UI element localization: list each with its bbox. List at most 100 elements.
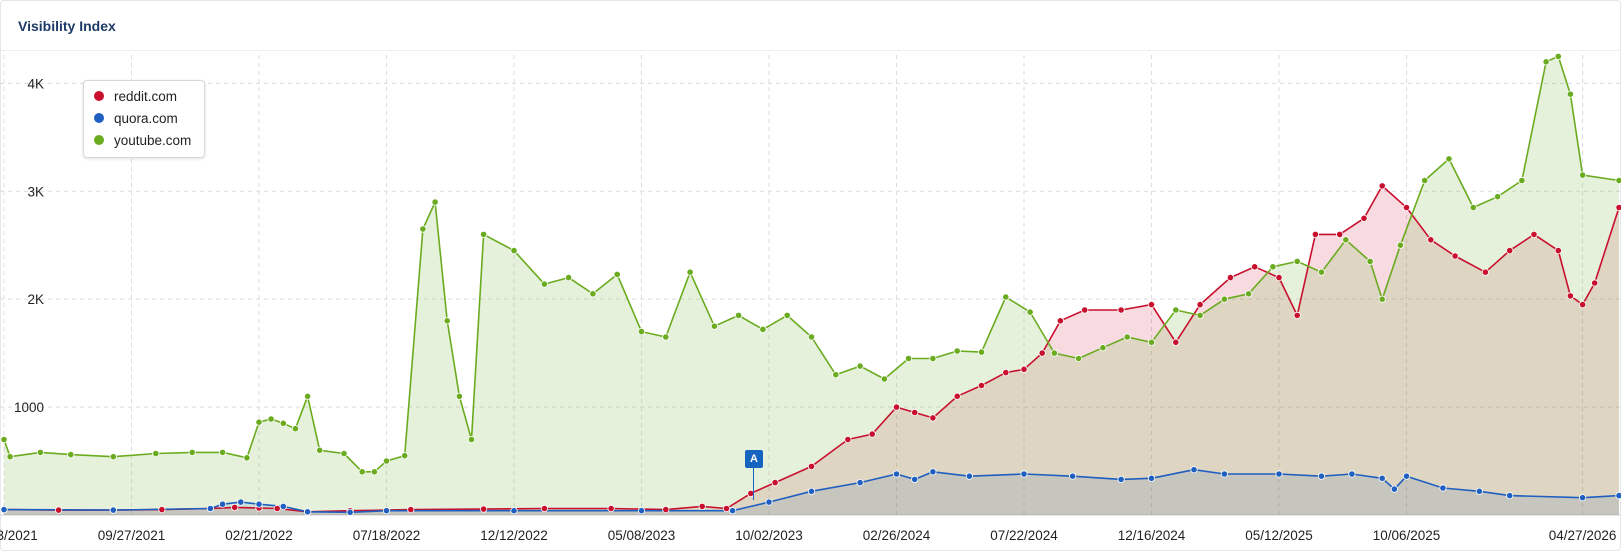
x-tick-label: 07/22/2024 (990, 528, 1058, 543)
data-point-2 (419, 225, 427, 233)
event-marker[interactable]: A (745, 450, 763, 468)
visibility-chart: 1000 2K 3K 4K 05/03/2021 09/27/2021 02/21/2022… (0, 52, 1621, 543)
data-point-2 (1099, 344, 1107, 352)
data-point-2 (303, 392, 312, 400)
data-point-2 (455, 392, 463, 400)
data-point-1 (382, 507, 391, 515)
data-point-2 (759, 325, 767, 333)
event-marker-stem (753, 468, 754, 500)
data-point-0 (1402, 203, 1411, 212)
data-point-0 (1615, 203, 1621, 212)
data-point-1 (1402, 472, 1411, 480)
data-point-2 (807, 333, 816, 341)
data-point-1 (1317, 472, 1326, 480)
data-point-2 (832, 371, 840, 379)
data-point-0 (1566, 292, 1575, 300)
data-point-2 (1075, 354, 1083, 363)
data-point-1 (1069, 472, 1077, 480)
data-point-0 (1002, 368, 1010, 377)
legend-item-quora[interactable]: quora.com (94, 108, 178, 128)
data-point-0 (1360, 214, 1368, 222)
data-point-2 (1494, 193, 1502, 201)
data-point-0 (273, 504, 281, 513)
data-point-2 (856, 362, 864, 370)
data-point-2 (188, 448, 196, 456)
data-point-2 (1554, 52, 1562, 61)
data-point-0 (1196, 300, 1204, 309)
data-point-2 (977, 348, 986, 356)
data-point-1 (637, 507, 646, 515)
data-point-0 (929, 414, 937, 422)
data-point-0 (1579, 300, 1587, 309)
data-point-2 (479, 230, 488, 238)
data-point-0 (54, 506, 63, 514)
legend-swatch-quora (94, 113, 104, 123)
data-point-1 (1506, 491, 1514, 500)
data-point-2 (291, 425, 299, 433)
data-point-1 (856, 478, 864, 487)
data-point-0 (1293, 311, 1301, 319)
data-point-2 (370, 468, 378, 476)
data-point-2 (929, 354, 937, 363)
data-point-2 (564, 273, 573, 282)
data-point-2 (267, 415, 275, 423)
data-point-0 (698, 502, 706, 510)
data-point-2 (1445, 155, 1453, 163)
data-point-2 (358, 468, 366, 476)
data-point-1 (1117, 475, 1125, 483)
data-point-2 (0, 435, 8, 444)
data-point-2 (1342, 236, 1350, 244)
data-point-0 (158, 505, 166, 514)
legend-item-youtube[interactable]: youtube.com (94, 130, 191, 150)
data-point-0 (892, 403, 901, 411)
data-point-2 (279, 419, 287, 427)
legend-label-reddit: reddit.com (114, 88, 178, 104)
data-point-0 (868, 430, 876, 438)
data-point-0 (1481, 268, 1490, 276)
data-point-0 (540, 504, 549, 513)
data-point-2 (589, 290, 597, 298)
data-point-2 (953, 347, 961, 355)
legend-item-reddit[interactable]: reddit.com (94, 86, 177, 106)
data-point-2 (637, 327, 646, 336)
y-tick-label: 2K (27, 292, 44, 307)
data-point-1 (929, 468, 937, 476)
data-point-2 (686, 268, 694, 276)
series-area-2 (4, 56, 1619, 516)
data-point-0 (1554, 247, 1562, 255)
legend-label-quora: quora.com (114, 110, 178, 126)
data-point-2 (152, 449, 160, 458)
data-point-1 (510, 507, 518, 515)
data-point-0 (844, 435, 852, 444)
data-point-0 (1530, 230, 1538, 238)
data-point-0 (1081, 306, 1089, 314)
data-point-1 (109, 506, 117, 514)
x-tick-label: 02/21/2022 (225, 528, 293, 543)
data-point-2 (1579, 171, 1587, 179)
data-point-0 (1020, 365, 1028, 373)
data-point-0 (1251, 263, 1259, 271)
data-point-2 (401, 452, 409, 460)
legend-label-youtube: youtube.com (114, 132, 192, 148)
data-point-2 (1615, 176, 1621, 185)
data-point-0 (1591, 279, 1599, 287)
data-point-1 (279, 502, 287, 510)
x-tick-label: 12/16/2024 (1118, 528, 1186, 543)
data-point-0 (1451, 252, 1459, 260)
data-point-0 (977, 381, 986, 390)
data-point-0 (662, 505, 670, 514)
data-point-1 (965, 472, 974, 480)
data-point-1 (1348, 470, 1356, 478)
x-tick-label: 09/27/2021 (98, 528, 166, 543)
data-point-0 (722, 504, 731, 513)
data-point-0 (1226, 273, 1235, 282)
data-point-1 (1378, 474, 1386, 482)
data-point-2 (431, 198, 439, 206)
data-point-2 (255, 418, 263, 426)
x-tick-label: 07/18/2022 (353, 528, 421, 543)
data-point-2 (613, 270, 621, 278)
data-point-0 (1275, 273, 1283, 282)
data-point-2 (1542, 58, 1550, 66)
data-point-0 (479, 505, 488, 513)
y-tick-label: 1000 (14, 400, 44, 415)
